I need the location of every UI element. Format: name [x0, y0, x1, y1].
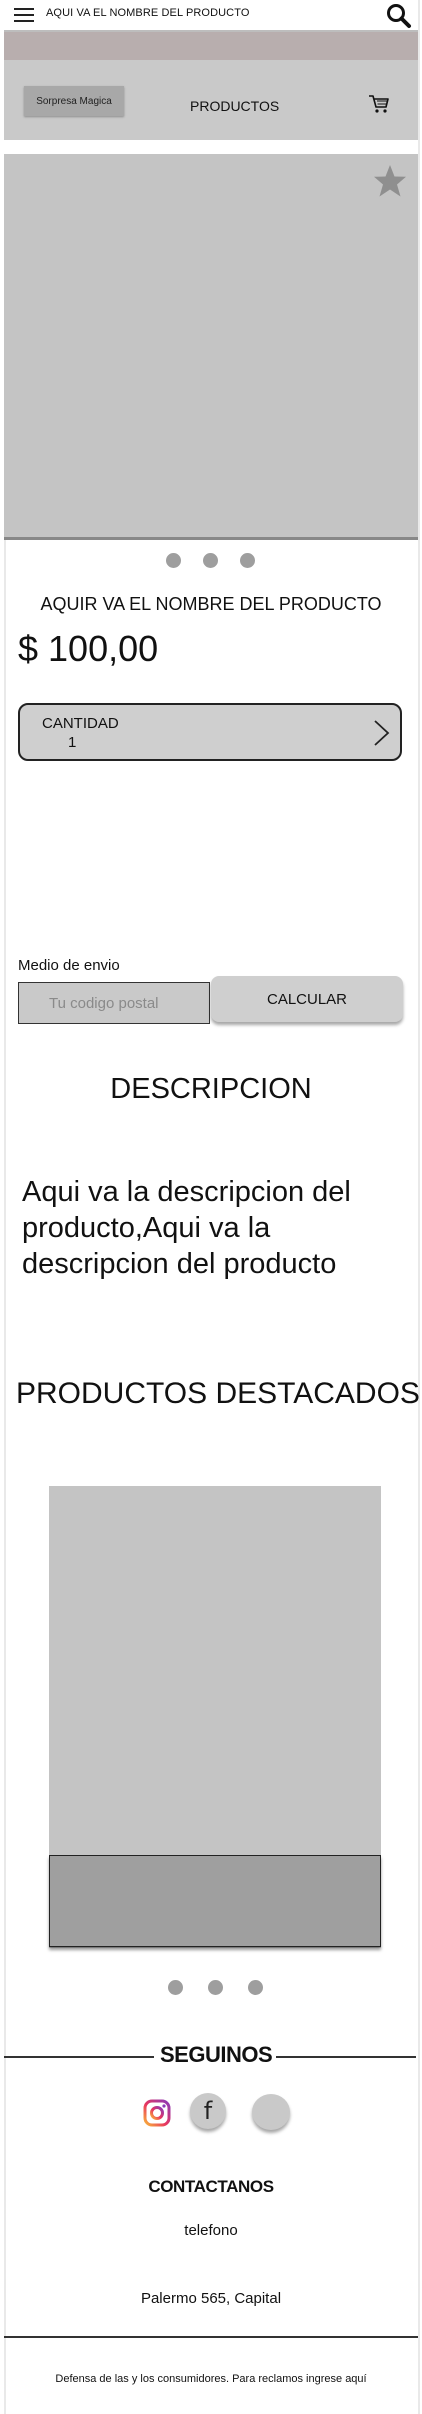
star-icon[interactable] [373, 164, 407, 198]
description-text: Aqui va la descripcion del producto,Aqui… [22, 1176, 351, 1280]
address-text: Palermo 565, Capital [140, 2290, 282, 2307]
social-icon[interactable] [252, 2094, 290, 2130]
carousel-dot[interactable] [168, 1980, 183, 1995]
divider [276, 2056, 416, 2058]
cart-icon[interactable] [368, 94, 390, 114]
product-price: $ 100,00 [18, 628, 159, 669]
contactanos-heading: CONTACTANOS [148, 2177, 274, 2196]
header-band [4, 32, 418, 60]
carousel-dot[interactable] [248, 1980, 263, 1995]
hamburger-icon[interactable] [14, 6, 36, 24]
page-right-border [418, 0, 420, 2414]
quantity-label: CANTIDAD [42, 715, 119, 732]
divider [4, 2336, 418, 2338]
quantity-value: 1 [68, 734, 77, 751]
quantity-selector[interactable] [18, 703, 402, 761]
consumer-defense-link[interactable]: Defensa de las y los consumidores. Para … [0, 2373, 422, 2385]
divider [4, 2056, 154, 2058]
seguinos-heading: SEGUINOS [160, 2042, 273, 2067]
instagram-icon[interactable] [140, 2096, 174, 2130]
productos-link[interactable]: PRODUCTOS [190, 98, 279, 114]
facebook-glyph: f [203, 2097, 213, 2125]
topbar-title: AQUI VA EL NOMBRE DEL PRODUCTO [46, 7, 250, 19]
carousel-dot[interactable] [203, 553, 218, 568]
product-name: AQUIR VA EL NOMBRE DEL PRODUCTO [40, 594, 382, 614]
shipping-label: Medio de envio [18, 957, 120, 974]
featured-product-card-footer[interactable] [49, 1855, 381, 1947]
calculate-button[interactable]: CALCULAR [211, 976, 403, 1022]
sorpresa-magica-button[interactable]: Sorpresa Magica [24, 86, 124, 116]
facebook-icon[interactable]: f [190, 2093, 226, 2129]
postal-code-input[interactable] [18, 982, 210, 1024]
description-title: DESCRIPCION [110, 1073, 312, 1105]
chevron-right-icon[interactable] [370, 718, 392, 748]
carousel-dot[interactable] [208, 1980, 223, 1995]
carousel-dot[interactable] [166, 553, 181, 568]
carousel-dot[interactable] [240, 553, 255, 568]
telefono-text: telefono [184, 2222, 238, 2239]
search-icon[interactable] [386, 3, 412, 29]
product-image[interactable] [4, 154, 418, 540]
featured-products-title: PRODUCTOS DESTACADOS [16, 1377, 420, 1410]
